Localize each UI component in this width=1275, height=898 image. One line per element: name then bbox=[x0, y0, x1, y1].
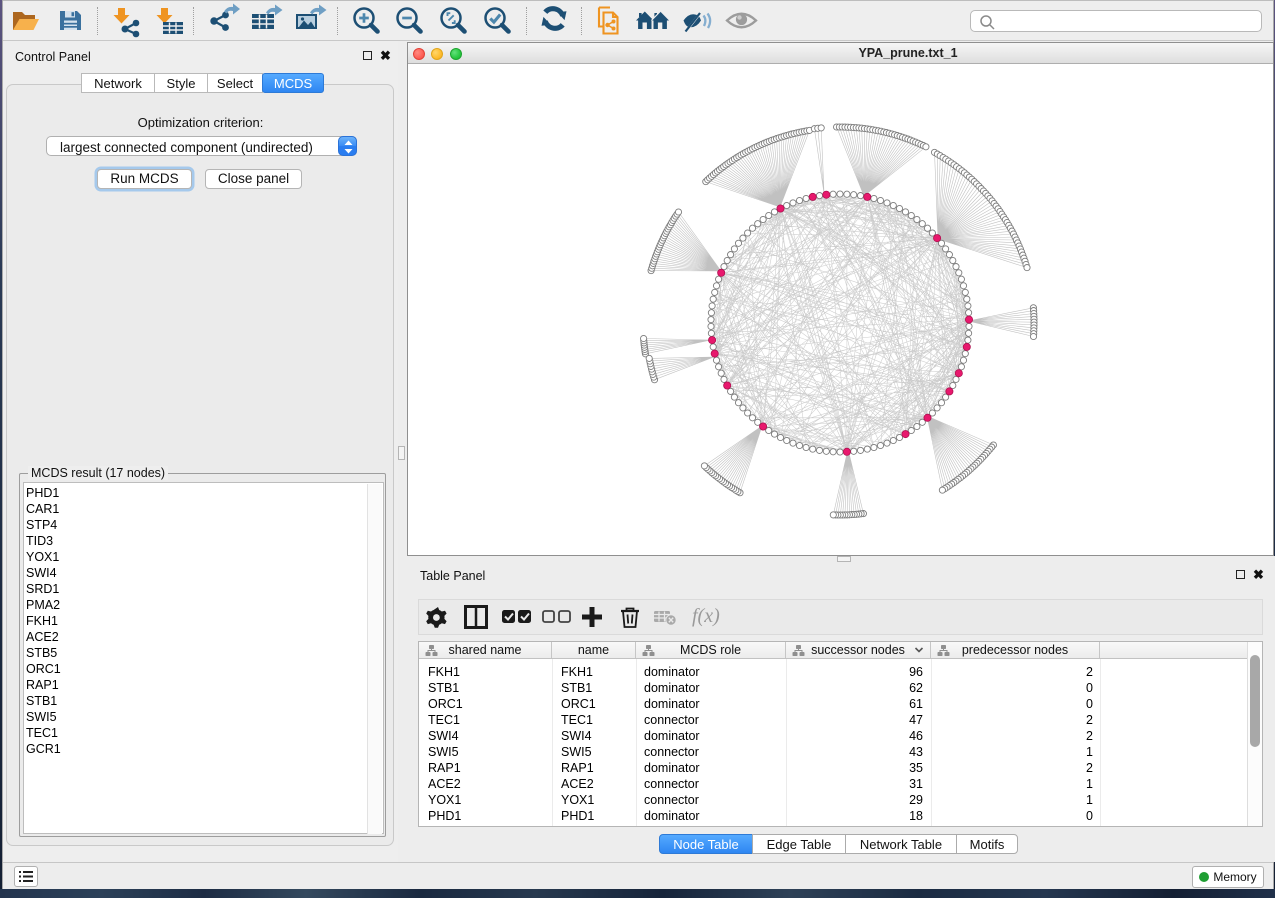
svg-text:f(x): f(x) bbox=[692, 605, 720, 627]
